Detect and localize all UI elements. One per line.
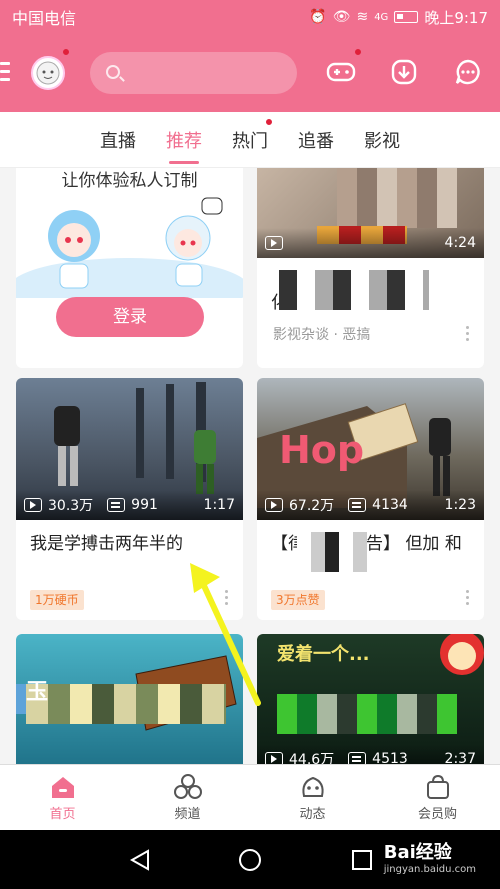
back-icon[interactable] bbox=[128, 848, 152, 872]
mosaic-block bbox=[279, 270, 429, 310]
home-circle-icon[interactable] bbox=[238, 848, 262, 872]
mascot-illustration bbox=[16, 197, 243, 298]
channel-icon bbox=[173, 773, 202, 799]
more-options-icon[interactable] bbox=[466, 326, 470, 344]
nav-home[interactable]: 首页 bbox=[0, 765, 125, 830]
nav-label: 动态 bbox=[299, 806, 326, 822]
danmaku-count: 991 bbox=[131, 497, 158, 513]
coin-tag: 1万硬币 bbox=[30, 590, 84, 610]
play-count-icon bbox=[265, 236, 283, 250]
menu-icon[interactable] bbox=[0, 62, 12, 82]
mosaic-block bbox=[297, 532, 367, 572]
nav-label: 会员购 bbox=[417, 806, 457, 822]
game-icon bbox=[326, 62, 356, 82]
signal-icon: 4G bbox=[374, 11, 389, 23]
danmaku-count: 4134 bbox=[372, 497, 408, 513]
tab-label: 热门 bbox=[232, 131, 268, 152]
alarm-icon: ⏰ bbox=[309, 9, 327, 25]
video-duration: 2:37 bbox=[444, 751, 476, 764]
video-title: 我是学搏击两年半的 bbox=[30, 534, 183, 554]
avatar-notification-dot bbox=[62, 48, 70, 56]
tab-hot[interactable]: 热门 bbox=[217, 112, 283, 168]
login-button[interactable]: 登录 bbox=[56, 297, 204, 337]
video-duration: 1:17 bbox=[203, 497, 235, 513]
video-meta-bar: 4:24 bbox=[257, 228, 484, 258]
view-count: 67.2万 bbox=[289, 498, 335, 514]
video-thumbnail: Hop 67.2万 4134 1:23 bbox=[257, 378, 484, 520]
bottom-nav: 首页 频道 动态 会员购 bbox=[0, 764, 500, 830]
video-thumbnail: 4:24 bbox=[257, 168, 484, 258]
video-thumbnail: 30.3万 991 1:17 bbox=[16, 378, 243, 520]
tab-bangumi[interactable]: 追番 bbox=[283, 112, 349, 168]
hop-overlay-text: Hop bbox=[279, 428, 365, 472]
carrier-label: 中国电信 bbox=[12, 9, 77, 28]
recents-icon[interactable] bbox=[350, 848, 374, 872]
message-button[interactable] bbox=[450, 54, 486, 90]
video-card[interactable]: 4:24 化 影视杂谈 · 恶搞 bbox=[257, 168, 484, 368]
sticker-icon bbox=[440, 634, 484, 675]
shop-icon bbox=[426, 774, 449, 799]
view-count: 30.3万 bbox=[48, 498, 94, 514]
login-card: 让你体验私人订制 登录 bbox=[16, 168, 243, 368]
mosaic-block bbox=[337, 168, 457, 228]
dynamic-icon bbox=[301, 776, 324, 797]
baidu-watermark: Bai经验 jingyan.baidu.com bbox=[384, 838, 476, 875]
nav-label: 频道 bbox=[174, 806, 201, 822]
status-icons: ⏰ 👁 ≋ 4G 晚上9:17 bbox=[309, 7, 488, 28]
tab-movies[interactable]: 影视 bbox=[349, 112, 415, 168]
danmaku-icon bbox=[107, 498, 126, 512]
video-duration: 4:24 bbox=[444, 235, 476, 251]
home-icon bbox=[51, 776, 74, 798]
play-count-icon bbox=[265, 498, 283, 512]
nav-dynamic[interactable]: 动态 bbox=[250, 765, 375, 830]
battery-icon bbox=[394, 11, 419, 23]
eye-icon: 👁 bbox=[332, 9, 351, 25]
download-button[interactable] bbox=[386, 54, 422, 90]
tab-label: 追番 bbox=[298, 131, 334, 152]
download-icon bbox=[391, 59, 417, 85]
danmaku-icon bbox=[348, 498, 367, 512]
watermark-brand: Bai经验 bbox=[383, 842, 452, 863]
app-header bbox=[0, 34, 500, 112]
tab-live[interactable]: 直播 bbox=[85, 112, 151, 168]
tab-label: 推荐 bbox=[166, 131, 202, 152]
video-feed[interactable]: 让你体验私人订制 登录 4:24 化 影视杂谈 bbox=[0, 168, 500, 764]
annotation-arrow bbox=[190, 563, 261, 706]
danmaku-count: 4513 bbox=[372, 751, 408, 764]
avatar[interactable] bbox=[31, 56, 65, 90]
video-meta-bar: 30.3万 991 1:17 bbox=[16, 490, 243, 520]
view-count: 44.6万 bbox=[289, 752, 335, 764]
nav-label: 首页 bbox=[49, 806, 76, 822]
video-meta-bar: 44.6万 4513 2:37 bbox=[257, 744, 484, 764]
watermark-url: jingyan.baidu.com bbox=[383, 864, 476, 875]
video-meta-bar: 67.2万 4134 1:23 bbox=[257, 490, 484, 520]
tab-recommend[interactable]: 推荐 bbox=[151, 112, 217, 168]
hot-notification-dot bbox=[265, 118, 273, 126]
game-notification-dot bbox=[354, 48, 362, 56]
message-icon bbox=[455, 59, 480, 85]
play-count-icon bbox=[24, 498, 42, 512]
search-input[interactable] bbox=[130, 62, 280, 84]
tab-label: 直播 bbox=[100, 131, 136, 152]
video-subtitle: 影视杂谈 · 恶搞 bbox=[273, 327, 371, 343]
nav-channel[interactable]: 频道 bbox=[125, 765, 250, 830]
search-icon bbox=[106, 65, 120, 79]
more-options-icon[interactable] bbox=[466, 590, 470, 608]
tab-label: 影视 bbox=[364, 131, 400, 152]
search-bar[interactable] bbox=[90, 52, 297, 94]
avatar-face-icon bbox=[36, 61, 60, 85]
status-bar: 中国电信 ⏰ 👁 ≋ 4G 晚上9:17 bbox=[0, 0, 500, 34]
video-title: 玉 bbox=[26, 680, 49, 705]
game-button[interactable] bbox=[323, 54, 359, 90]
clock: 晚上9:17 bbox=[424, 8, 488, 27]
category-tabs: 直播 推荐 热门 追番 影视 bbox=[0, 112, 500, 168]
play-count-icon bbox=[265, 752, 283, 764]
wifi-icon: ≋ bbox=[356, 9, 369, 25]
nav-shop[interactable]: 会员购 bbox=[375, 765, 500, 830]
video-duration: 1:23 bbox=[444, 497, 476, 513]
mosaic-block bbox=[277, 694, 457, 734]
danmaku-icon bbox=[348, 752, 367, 764]
